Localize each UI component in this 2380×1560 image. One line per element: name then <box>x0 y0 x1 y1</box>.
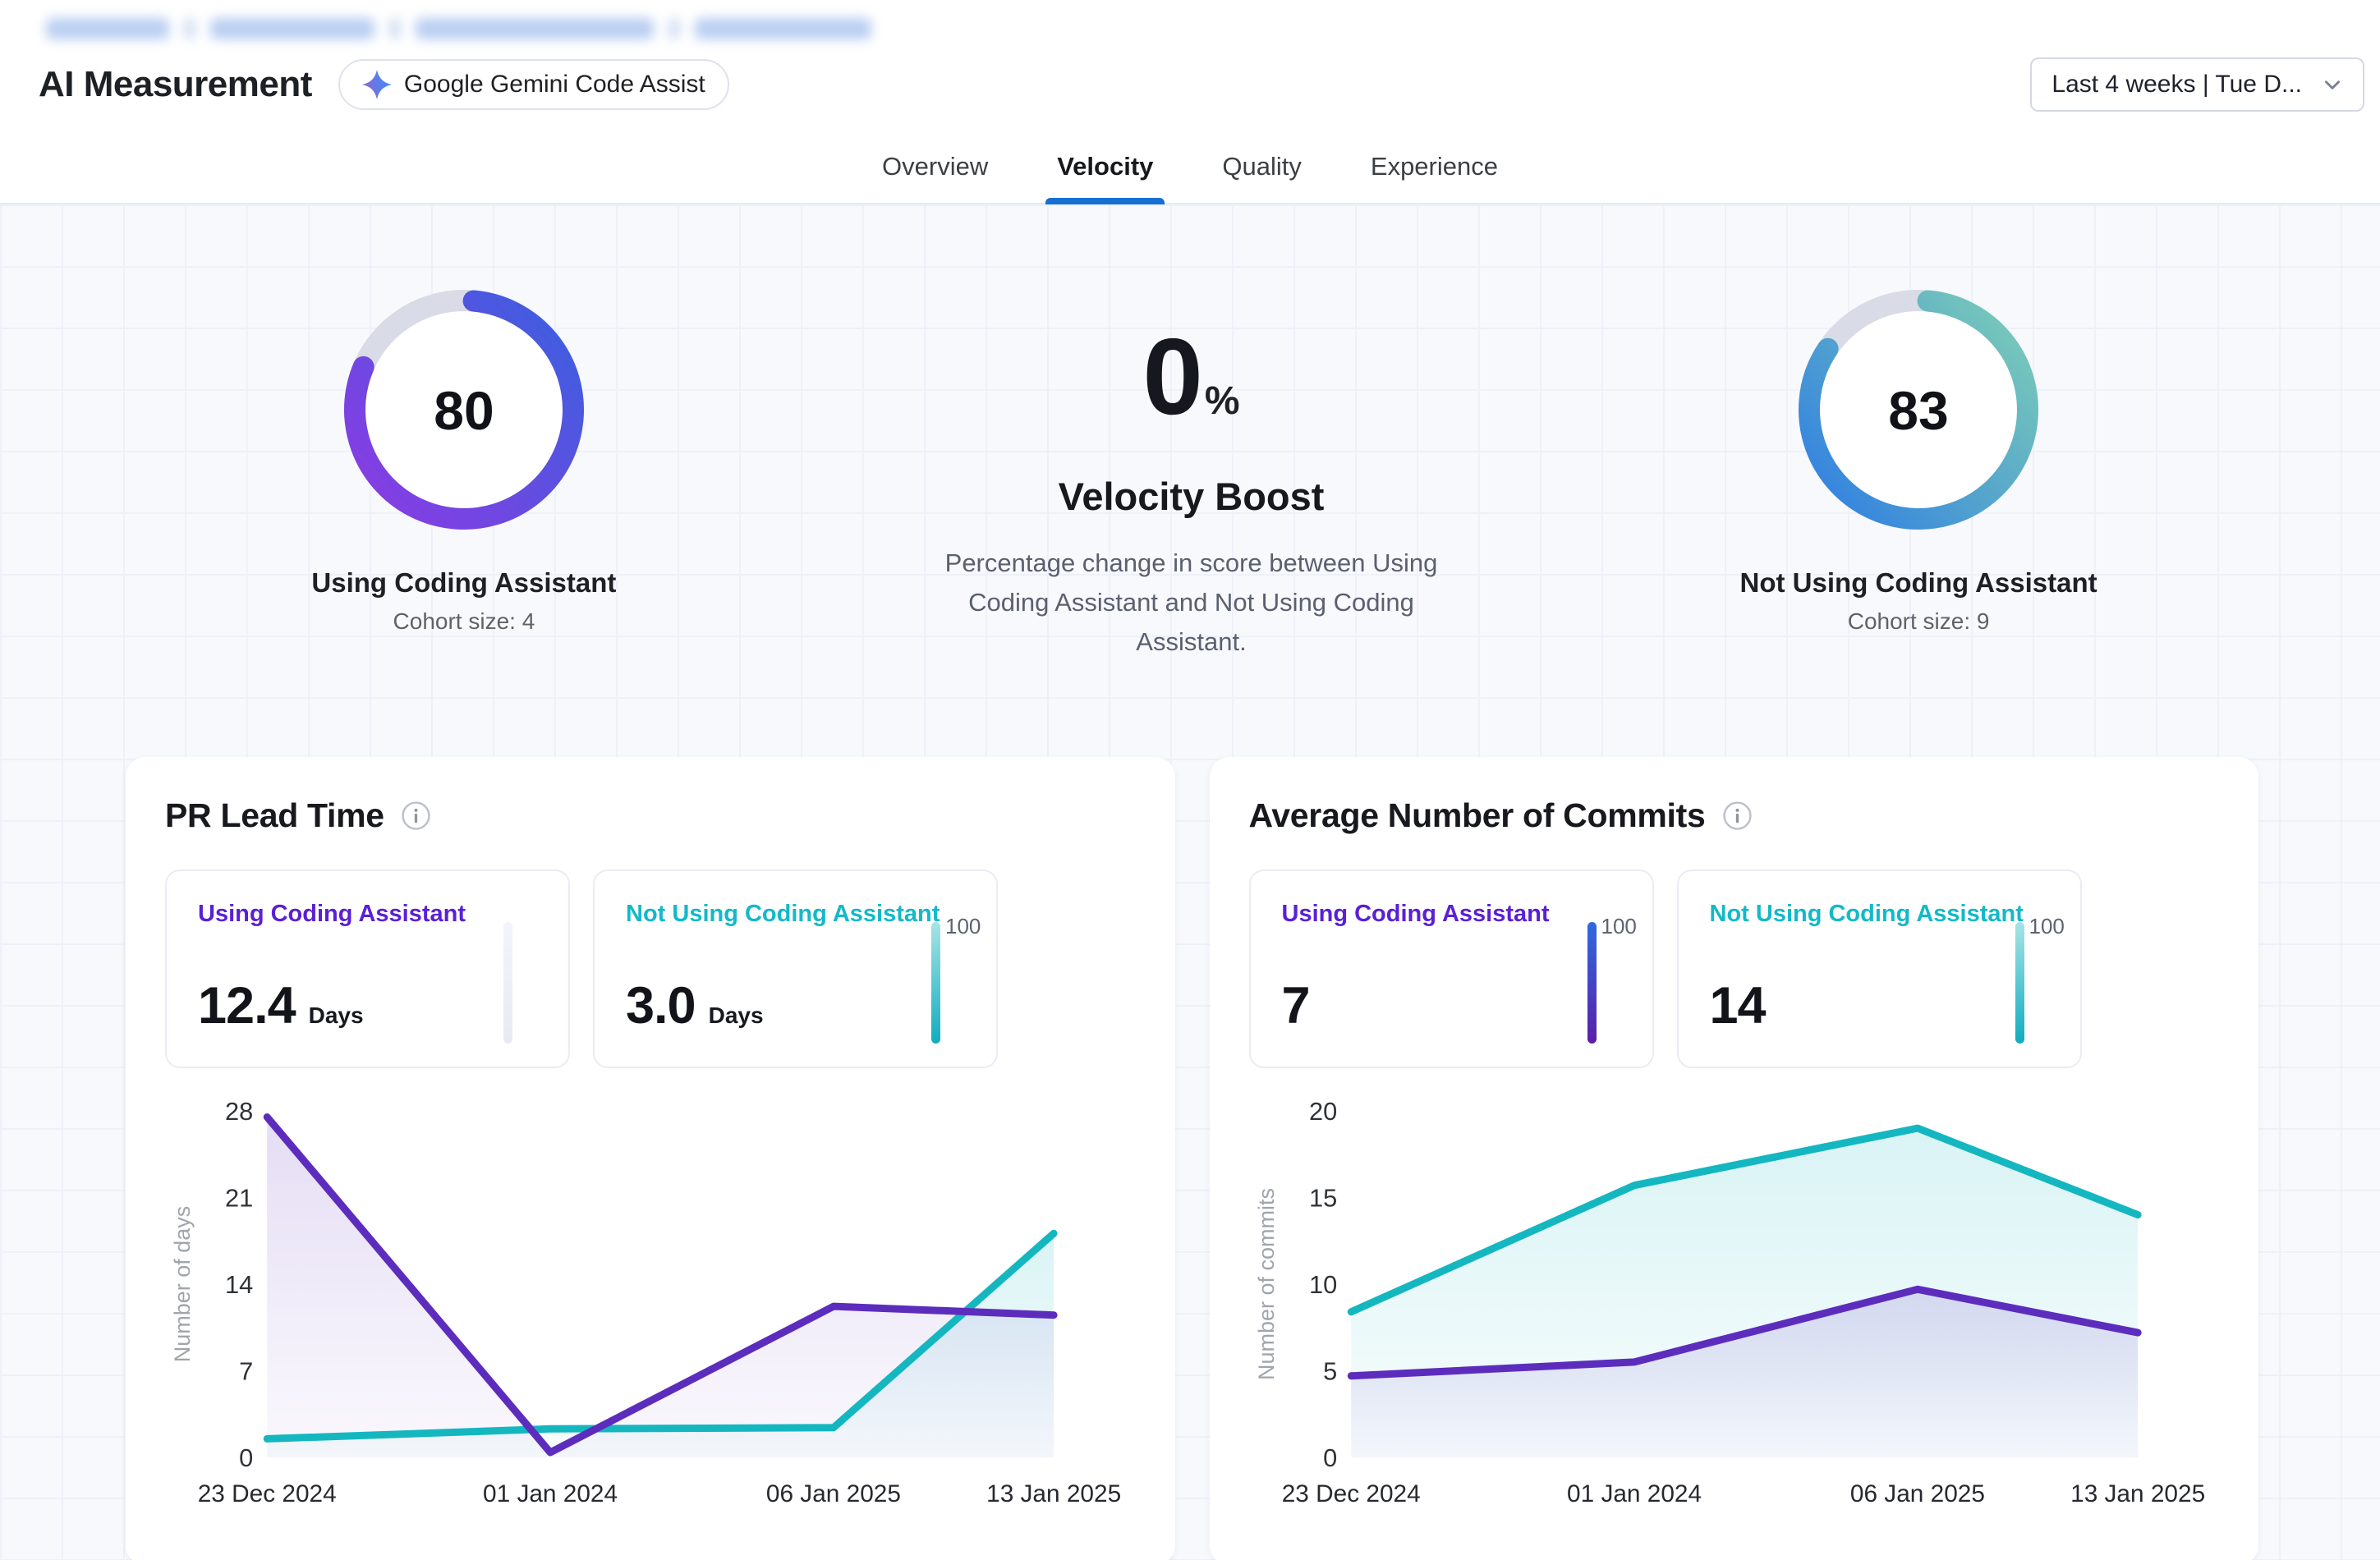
stat-mini-bar <box>2015 922 2024 1044</box>
tab-velocity[interactable]: Velocity <box>1045 152 1165 203</box>
not-using-gauge-label: Not Using Coding Assistant <box>1740 567 2097 599</box>
breadcrumb[interactable] <box>46 18 871 39</box>
svg-text:5: 5 <box>1323 1357 1337 1386</box>
page-header: AI Measurement Google Gemini Code Assist… <box>0 0 2380 204</box>
stat-value: 12.4 <box>198 976 296 1035</box>
breadcrumb-separator <box>389 18 401 39</box>
svg-text:20: 20 <box>1309 1097 1337 1126</box>
svg-text:28: 28 <box>225 1097 253 1126</box>
title-row: AI Measurement Google Gemini Code Assist… <box>39 57 2364 112</box>
velocity-boost-title: Velocity Boost <box>1059 474 1325 519</box>
stat-label: Using Coding Assistant <box>198 901 537 928</box>
not-using-gauge-block: 83 Not Using Coding Assistant Cohort siz… <box>1580 287 2257 662</box>
stat-value: 3.0 <box>626 976 696 1035</box>
using-cohort-size: Cohort size: 4 <box>393 608 535 635</box>
velocity-boost-value: 0% <box>1142 323 1239 431</box>
chevron-down-icon <box>2322 74 2343 95</box>
using-gauge-label: Using Coding Assistant <box>311 567 616 599</box>
breadcrumb-segment[interactable] <box>416 18 654 39</box>
svg-text:23 Dec 2024: 23 Dec 2024 <box>198 1480 337 1507</box>
badge-label: Google Gemini Code Assist <box>404 71 705 99</box>
svg-text:01 Jan 2024: 01 Jan 2024 <box>1567 1480 1702 1507</box>
breadcrumb-segment[interactable] <box>210 18 374 39</box>
page-title: AI Measurement <box>39 64 312 105</box>
stat-unit: Days <box>709 1003 764 1029</box>
svg-text:80: 80 <box>434 380 494 441</box>
svg-text:06 Jan 2025: 06 Jan 2025 <box>1849 1480 1984 1507</box>
velocity-boost-description: Percentage change in score between Using… <box>921 544 1463 662</box>
stat-mini-bar <box>503 922 512 1044</box>
not-using-cohort-size: Cohort size: 9 <box>1848 608 1990 635</box>
tab-experience[interactable]: Experience <box>1359 152 1509 203</box>
stat-value: 7 <box>1282 976 1310 1035</box>
avg-commits-card: Average Number of Commits Using Coding A… <box>1210 757 2259 1560</box>
stat-label: Not Using Coding Assistant <box>626 901 965 928</box>
using-stat-box: Using Coding Assistant 12.4 Days <box>165 869 570 1068</box>
card-title: Average Number of Commits <box>1249 796 1706 835</box>
stat-label: Using Coding Assistant <box>1282 901 1621 928</box>
svg-text:23 Dec 2024: 23 Dec 2024 <box>1281 1480 1420 1507</box>
svg-text:0: 0 <box>239 1443 253 1472</box>
date-range-value: Last 4 weeks | Tue D... <box>2051 71 2302 99</box>
main-content: 80 Using Coding Assistant Cohort size: 4… <box>0 204 2380 1560</box>
tab-bar: Overview Velocity Quality Experience <box>0 152 2380 203</box>
info-icon[interactable] <box>401 801 431 831</box>
date-range-dropdown[interactable]: Last 4 weeks | Tue D... <box>2030 57 2364 112</box>
using-score-gauge: 80 <box>341 287 587 533</box>
svg-text:13 Jan 2025: 13 Jan 2025 <box>2070 1480 2205 1507</box>
svg-text:10: 10 <box>1309 1270 1337 1299</box>
not-using-stat-box: Not Using Coding Assistant 14 100 <box>1677 869 2082 1068</box>
svg-text:14: 14 <box>225 1270 253 1299</box>
velocity-boost-block: 0% Velocity Boost Percentage change in s… <box>802 287 1580 662</box>
svg-text:15: 15 <box>1309 1184 1337 1213</box>
breadcrumb-separator <box>184 18 195 39</box>
stat-label: Not Using Coding Assistant <box>1710 901 2049 928</box>
svg-text:13 Jan 2025: 13 Jan 2025 <box>986 1480 1121 1507</box>
card-title: PR Lead Time <box>165 796 384 835</box>
stat-mini-bar <box>1587 922 1597 1044</box>
not-using-stat-box: Not Using Coding Assistant 3.0 Days 100 <box>593 869 998 1068</box>
svg-text:7: 7 <box>239 1357 253 1386</box>
stat-mini-bar <box>931 922 940 1044</box>
info-icon[interactable] <box>1722 801 1753 831</box>
stat-value: 14 <box>1710 976 1766 1035</box>
svg-text:06 Jan 2025: 06 Jan 2025 <box>766 1480 901 1507</box>
svg-text:Number of commits: Number of commits <box>1253 1188 1278 1380</box>
svg-text:83: 83 <box>1888 380 1948 441</box>
stat-bar-max: 100 <box>2029 914 2075 939</box>
metric-cards: PR Lead Time Using Coding Assistant 12.4… <box>126 757 2258 1560</box>
breadcrumb-separator <box>669 18 680 39</box>
pr-lead-time-chart[interactable]: 0 7 14 21 28 23 Dec 2024 01 Jan 2024 06 Jan 202… <box>165 1096 1136 1511</box>
svg-text:01 Jan 2024: 01 Jan 2024 <box>483 1480 618 1507</box>
svg-text:0: 0 <box>1323 1443 1337 1472</box>
using-stat-box: Using Coding Assistant 7 100 <box>1249 869 1654 1068</box>
stat-bar-max: 100 <box>945 914 991 939</box>
stat-bar-max: 100 <box>1601 914 1647 939</box>
avg-commits-chart[interactable]: 0 5 10 15 20 23 Dec 2024 01 Jan 2024 06 Jan 202… <box>1249 1096 2220 1511</box>
tab-quality[interactable]: Quality <box>1211 152 1312 203</box>
pr-lead-time-card: PR Lead Time Using Coding Assistant 12.4… <box>126 757 1175 1560</box>
gemini-sparkle-icon <box>362 70 392 99</box>
using-gauge-block: 80 Using Coding Assistant Cohort size: 4 <box>126 287 802 662</box>
breadcrumb-segment[interactable] <box>46 18 169 39</box>
tab-overview[interactable]: Overview <box>871 152 999 203</box>
svg-text:21: 21 <box>225 1184 253 1213</box>
stat-unit: Days <box>309 1003 364 1029</box>
velocity-summary: 80 Using Coding Assistant Cohort size: 4… <box>0 204 2380 662</box>
not-using-score-gauge: 83 <box>1795 287 2042 533</box>
breadcrumb-segment[interactable] <box>695 18 871 39</box>
svg-text:Number of days: Number of days <box>170 1206 195 1363</box>
gemini-code-assist-badge[interactable]: Google Gemini Code Assist <box>338 59 729 110</box>
